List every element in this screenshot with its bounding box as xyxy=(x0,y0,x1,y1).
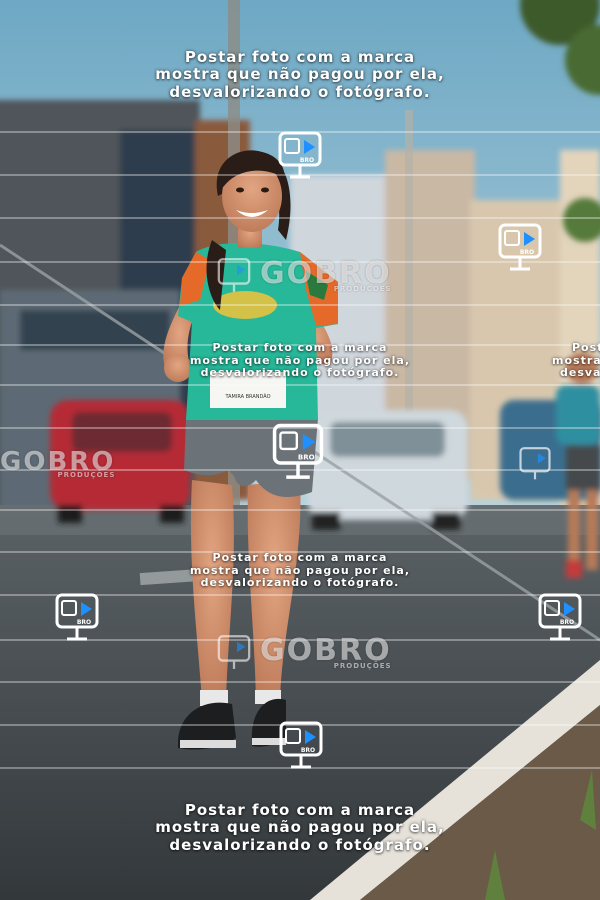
brand-watermark: GOBRO PRODUÇÕES xyxy=(0,447,115,479)
camera-icon xyxy=(519,447,551,480)
svg-text:BRO: BRO xyxy=(77,619,91,626)
brand-watermark: GOBRO PRODUÇÕES xyxy=(260,633,392,670)
camera-icon: BRO xyxy=(55,593,99,641)
svg-text:BRO: BRO xyxy=(298,453,315,462)
watermark-line: Postar foto com a marca xyxy=(184,48,416,66)
camera-icon: BRO xyxy=(498,223,542,271)
watermark-line: Post xyxy=(572,341,600,354)
white-car xyxy=(308,410,468,530)
camera-icon: BRO xyxy=(279,721,323,769)
watermark-text-bottom: Postar foto com a marca mostra que não p… xyxy=(0,801,600,854)
watermark-line: mostra que não pagou por ela, xyxy=(155,65,445,84)
camera-icon: BRO xyxy=(538,593,582,641)
watermark-line: desvalorizando o fotógrafo. xyxy=(200,576,400,590)
camera-icon xyxy=(217,635,251,669)
camera-icon xyxy=(217,258,251,292)
race-photo: TAMIRA BRANDÃO GOBRO PRODUÇÕES GOBRO PRO… xyxy=(0,0,600,900)
watermark-line: Postar foto com a marca xyxy=(212,341,388,354)
watermark-text-middle: Postar foto com a marca mostra que não p… xyxy=(0,341,600,380)
watermark-text-top: Postar foto com a marca mostra que não p… xyxy=(0,48,600,101)
brand-watermark: GOBRO PRODUÇÕES xyxy=(260,256,392,293)
watermark-line: desvalorizando o fotógrafo. xyxy=(169,82,431,101)
watermark-text-lower: Postar foto com a marca mostra que não p… xyxy=(0,551,600,590)
svg-text:BRO: BRO xyxy=(300,157,314,164)
watermark-line: desvalorizando o fotógrafo. xyxy=(169,835,431,854)
watermark-line: desva xyxy=(560,366,600,380)
watermark-line: Postar foto com a marca xyxy=(184,801,416,819)
camera-icon: BRO xyxy=(278,131,322,179)
svg-text:BRO: BRO xyxy=(520,249,534,256)
watermark-line: Postar foto com a marca xyxy=(212,551,388,564)
svg-text:BRO: BRO xyxy=(560,619,574,626)
watermark-line: desvalorizando o fotógrafo. xyxy=(200,366,400,380)
watermark-text-side: Post mostra desva xyxy=(552,341,600,380)
camera-icon: BRO xyxy=(272,423,324,479)
bib-name: TAMIRA BRANDÃO xyxy=(224,393,270,400)
svg-text:BRO: BRO xyxy=(301,747,315,754)
watermark-line: mostra que não pagou por ela, xyxy=(155,818,445,837)
